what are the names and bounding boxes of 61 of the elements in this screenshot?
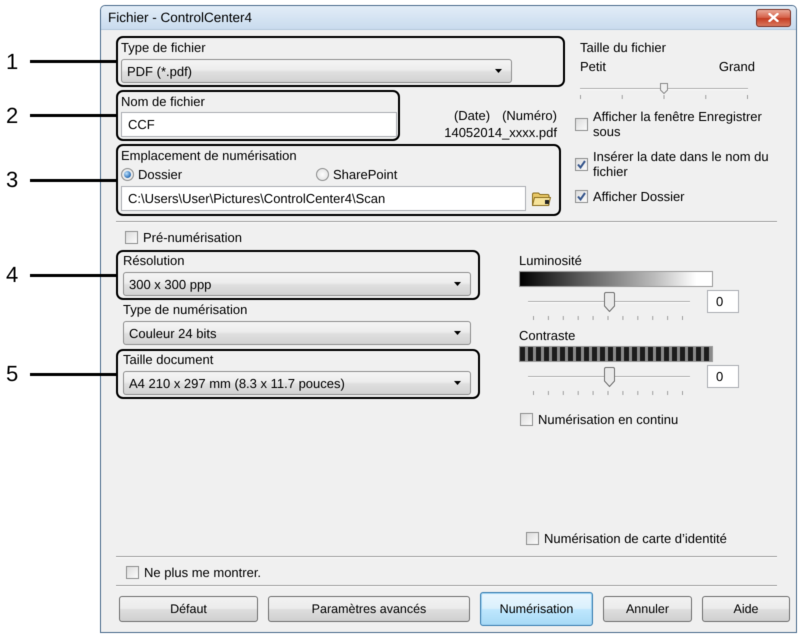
- slider-thumb[interactable]: [604, 366, 614, 386]
- caret-icon: [454, 331, 461, 335]
- field-label: Taille du fichier: [580, 40, 667, 55]
- pattern-label: (Date): [454, 107, 490, 124]
- checkbox-label: Insérer la date dans le nom du fichier: [593, 149, 770, 179]
- pattern-label: (Numéro): [502, 107, 557, 124]
- resolution-dropdown[interactable]: 300 x 300 ppp: [123, 272, 471, 296]
- checkbox-label: Pré-numérisation: [143, 230, 242, 244]
- file-name-field[interactable]: CCF: [121, 112, 397, 137]
- caret-icon: [495, 69, 502, 73]
- field-label: Luminosité: [519, 253, 583, 268]
- close-button[interactable]: [756, 8, 791, 26]
- slider-thumb[interactable]: [660, 83, 668, 94]
- dialog-button[interactable]: Paramètres avancés: [268, 596, 470, 622]
- value-field[interactable]: 0: [707, 365, 739, 388]
- dialog-button[interactable]: Aide: [702, 596, 790, 622]
- radio-label: SharePoint: [333, 166, 398, 182]
- checkbox-label: Ne plus me montrer.: [144, 564, 262, 580]
- field-label: Type de fichier: [121, 40, 207, 55]
- file-name-example: 14052014_xxxx.pdf: [444, 124, 557, 141]
- document-size-dropdown[interactable]: A4 210 x 297 mm (8.3 x 11.7 pouces): [123, 371, 471, 395]
- field-label: Emplacement de numérisation: [121, 148, 298, 163]
- field-label: Résolution: [123, 253, 186, 268]
- field-label: Type de numérisation: [123, 302, 248, 317]
- field-label: Nom de fichier: [121, 94, 206, 109]
- radio-button[interactable]: [316, 168, 329, 180]
- value-field[interactable]: 0: [707, 290, 739, 313]
- dialog-button[interactable]: Défaut: [119, 596, 258, 622]
- window-title: Fichier - ControlCenter4: [108, 10, 252, 26]
- radio-button[interactable]: [121, 168, 134, 180]
- checkbox[interactable]: [126, 566, 139, 578]
- callout-number: 2: [6, 102, 18, 128]
- checkbox[interactable]: [575, 158, 588, 170]
- field-label: Taille document: [123, 352, 214, 367]
- checkbox-label: Afficher la fenêtre Enregistrer sous: [593, 109, 763, 139]
- slider-thumb[interactable]: [604, 292, 614, 312]
- callout-number: 5: [6, 361, 18, 387]
- scan-type-dropdown[interactable]: Couleur 24 bits: [123, 321, 471, 345]
- checkbox-label: Afficher Dossier: [593, 189, 686, 204]
- caret-icon: [454, 282, 461, 286]
- callout-number: 3: [6, 167, 18, 193]
- scale-label: Petit: [580, 59, 606, 74]
- field-label: Contraste: [519, 328, 576, 343]
- checkbox[interactable]: [526, 532, 539, 545]
- callout-number: 1: [6, 48, 18, 74]
- checkbox[interactable]: [575, 190, 588, 203]
- file-type-dropdown[interactable]: PDF (*.pdf): [121, 59, 512, 83]
- close-icon: [768, 13, 779, 22]
- radio-label: Dossier: [138, 166, 182, 182]
- callout-number: 4: [6, 262, 18, 288]
- checkbox[interactable]: [575, 118, 588, 130]
- scale-label: Grand: [718, 59, 755, 74]
- caret-icon: [454, 381, 461, 385]
- folder-path-field[interactable]: C:\Users\User\Pictures\ControlCenter4\Scan: [121, 186, 526, 211]
- checkbox-label: Numérisation de carte d’identité: [544, 531, 727, 546]
- checkbox[interactable]: [520, 413, 533, 426]
- dialog-button[interactable]: Numérisation: [480, 592, 593, 626]
- checkbox-label: Numérisation en continu: [538, 412, 678, 427]
- dialog-button[interactable]: Annuler: [603, 596, 692, 622]
- folder-icon[interactable]: [532, 192, 551, 206]
- checkbox[interactable]: [125, 230, 138, 244]
